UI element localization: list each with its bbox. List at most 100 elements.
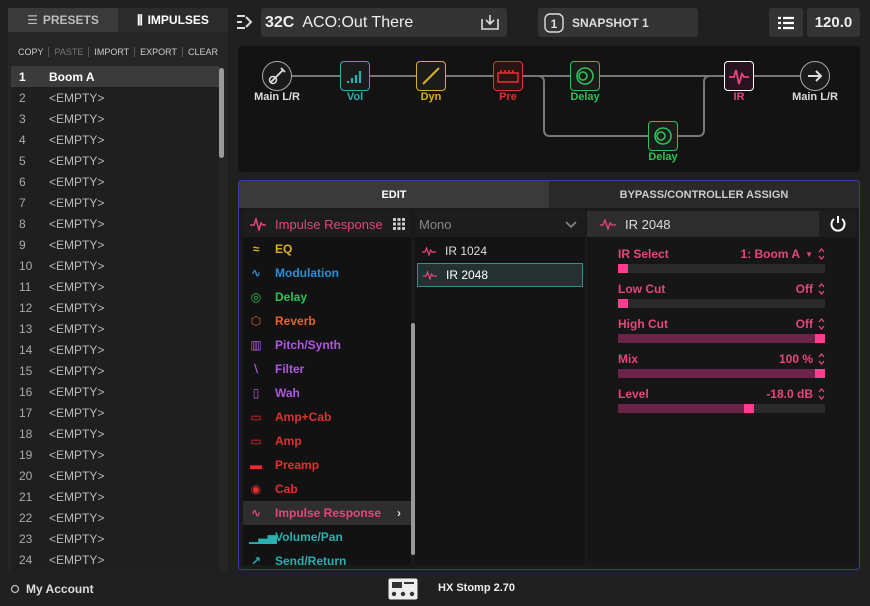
category-item-pitch-synth[interactable]: ▥ Pitch/Synth [243, 333, 411, 357]
impulse-list-item[interactable]: 1 Boom A [11, 66, 219, 87]
impulse-list-item[interactable]: 11 <EMPTY> [11, 276, 219, 297]
dyn-block[interactable] [416, 61, 446, 91]
impulse-name: <EMPTY> [49, 195, 105, 210]
category-item-eq[interactable]: ≈ EQ [243, 237, 411, 261]
param-slider[interactable] [618, 404, 825, 413]
impulse-list-item[interactable]: 16 <EMPTY> [11, 381, 219, 402]
impulse-list-item[interactable]: 2 <EMPTY> [11, 87, 219, 108]
tab-impulses[interactable]: ⫼ IMPULSES [118, 8, 228, 32]
stepper-icon[interactable] [818, 353, 825, 365]
impulse-list-item[interactable]: 13 <EMPTY> [11, 318, 219, 339]
category-item-filter[interactable]: ⧵ Filter [243, 357, 411, 381]
tempo-display[interactable]: 120.0 [807, 8, 860, 37]
impulse-list: 1 Boom A 2 <EMPTY> 3 <EMPTY> 4 <EMPTY> 5 <EMPTY> 6… [11, 66, 219, 570]
preset-selector[interactable]: 32C ACO:Out There [261, 8, 507, 37]
import-button[interactable]: IMPORT [89, 47, 136, 57]
param-slider[interactable] [618, 264, 825, 273]
output-block[interactable] [800, 61, 830, 91]
stepper-icon[interactable] [818, 388, 825, 400]
impulse-list-item[interactable]: 9 <EMPTY> [11, 234, 219, 255]
scrollbar-thumb[interactable] [219, 68, 224, 158]
impulse-list-item[interactable]: 3 <EMPTY> [11, 108, 219, 129]
impulse-list-item[interactable]: 19 <EMPTY> [11, 444, 219, 465]
impulse-list-item[interactable]: 8 <EMPTY> [11, 213, 219, 234]
impulse-number: 19 [19, 447, 33, 462]
slider-handle[interactable] [815, 334, 825, 343]
model-item[interactable]: IR 1024 [417, 239, 583, 263]
impulse-list-item[interactable]: 20 <EMPTY> [11, 465, 219, 486]
delay-block-1[interactable] [570, 61, 600, 91]
input-block[interactable] [262, 61, 292, 91]
impulse-list-item[interactable]: 14 <EMPTY> [11, 339, 219, 360]
category-item-send-return[interactable]: ↗ Send/Return [243, 549, 411, 569]
impulse-name: <EMPTY> [49, 153, 105, 168]
category-item-volume-pan[interactable]: ▁▃▅ Volume/Pan [243, 525, 411, 549]
dropdown-arrow-icon: ▼ [805, 249, 813, 259]
app-window: ☰ PRESETS ⫼ IMPULSES COPY PASTE IMPORT E… [0, 0, 870, 606]
param-low-cut[interactable]: Low Cut Off [618, 282, 825, 308]
category-item-reverb[interactable]: ⬡ Reverb [243, 309, 411, 333]
category-item-preamp[interactable]: ▬ Preamp [243, 453, 411, 477]
filter-icon: ⧵ [254, 361, 258, 376]
stepper-icon[interactable] [818, 318, 825, 330]
setlist-button[interactable] [769, 8, 803, 37]
param-mix[interactable]: Mix 100 % [618, 352, 825, 378]
category-item-amp-cab[interactable]: ▭ Amp+Cab [243, 405, 411, 429]
category-label: Send/Return [275, 554, 347, 568]
ir-block[interactable] [724, 61, 754, 91]
block-power-button[interactable] [819, 211, 857, 237]
param-slider[interactable] [618, 369, 825, 378]
delay-block-2[interactable] [648, 121, 678, 151]
impulse-list-item[interactable]: 7 <EMPTY> [11, 192, 219, 213]
param-ir-select[interactable]: IR Select 1: Boom A ▼ [618, 247, 825, 273]
preamp-block[interactable] [493, 61, 523, 91]
slider-handle[interactable] [815, 369, 825, 378]
impulse-list-item[interactable]: 21 <EMPTY> [11, 486, 219, 507]
tab-presets[interactable]: ☰ PRESETS [8, 8, 118, 32]
export-button[interactable]: EXPORT [135, 47, 184, 57]
category-item-modulation[interactable]: ∿ Modulation [243, 261, 411, 285]
category-item-amp[interactable]: ▭ Amp [243, 429, 411, 453]
tab-edit[interactable]: EDIT [239, 181, 549, 208]
my-account-button[interactable]: My Account [10, 582, 94, 596]
category-header[interactable]: Impulse Response [243, 211, 411, 237]
category-item-wah[interactable]: ▯ Wah [243, 381, 411, 405]
param-slider[interactable] [618, 334, 825, 343]
impulse-list-item[interactable]: 5 <EMPTY> [11, 150, 219, 171]
stepper-icon[interactable] [818, 283, 825, 295]
impulse-list-item[interactable]: 17 <EMPTY> [11, 402, 219, 423]
impulse-number: 10 [19, 258, 33, 273]
save-icon[interactable] [481, 14, 499, 35]
impulse-list-item[interactable]: 10 <EMPTY> [11, 255, 219, 276]
grid-view-icon[interactable] [393, 218, 405, 233]
param-label: High Cut [618, 317, 668, 331]
clear-button[interactable]: CLEAR [183, 47, 223, 57]
impulse-list-item[interactable]: 12 <EMPTY> [11, 297, 219, 318]
slider-handle[interactable] [744, 404, 755, 413]
category-item-impulse-response[interactable]: ∿ Impulse Response › [243, 501, 411, 525]
category-item-delay[interactable]: ◎ Delay [243, 285, 411, 309]
model-type-dropdown[interactable]: Mono [415, 211, 585, 237]
slider-handle[interactable] [618, 264, 628, 273]
copy-button[interactable]: COPY [13, 47, 50, 57]
impulse-list-item[interactable]: 6 <EMPTY> [11, 171, 219, 192]
slider-handle[interactable] [618, 299, 628, 308]
tab-bypass-controller-assign[interactable]: BYPASS/CONTROLLER ASSIGN [549, 181, 859, 208]
param-level[interactable]: Level -18.0 dB [618, 387, 825, 413]
impulse-list-item[interactable]: 22 <EMPTY> [11, 507, 219, 528]
category-item-cab[interactable]: ◉ Cab [243, 477, 411, 501]
vol-block[interactable] [340, 61, 370, 91]
model-item[interactable]: IR 2048 [417, 263, 583, 287]
stepper-icon[interactable] [818, 248, 825, 260]
impulse-list-item[interactable]: 4 <EMPTY> [11, 129, 219, 150]
impulse-list-scrollbar[interactable] [219, 68, 224, 566]
impulse-list-item[interactable]: 23 <EMPTY> [11, 528, 219, 549]
impulse-list-item[interactable]: 18 <EMPTY> [11, 423, 219, 444]
paste-button[interactable]: PASTE [49, 47, 90, 57]
preset-menu-icon[interactable] [236, 14, 254, 35]
param-high-cut[interactable]: High Cut Off [618, 317, 825, 343]
impulse-list-item[interactable]: 24 <EMPTY> [11, 549, 219, 570]
param-slider[interactable] [618, 299, 825, 308]
impulse-list-item[interactable]: 15 <EMPTY> [11, 360, 219, 381]
snapshot-selector[interactable]: 1 SNAPSHOT 1 [538, 8, 698, 37]
